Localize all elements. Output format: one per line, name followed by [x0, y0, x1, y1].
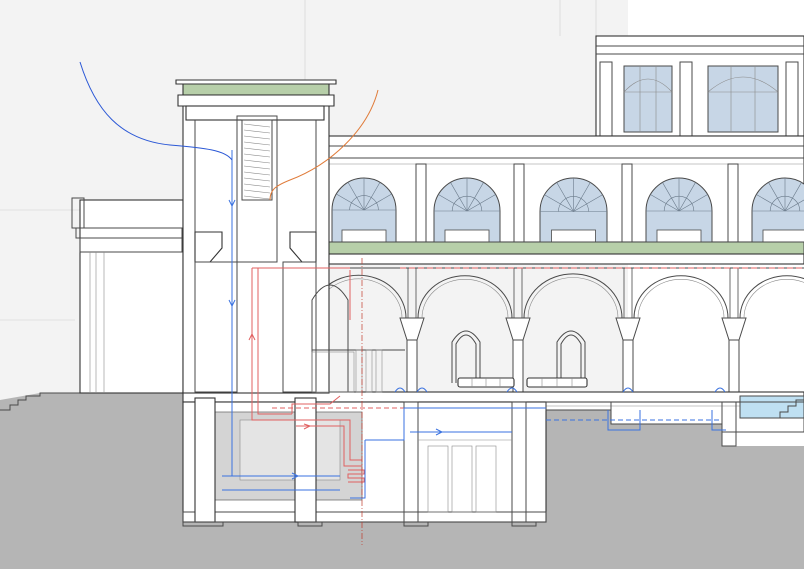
arched-window-4 [645, 177, 713, 243]
pool [739, 395, 804, 419]
arcade-green-roof [321, 241, 804, 255]
vault-4 [633, 275, 729, 319]
building-section-drawing [0, 0, 804, 569]
left-pavilion [71, 197, 184, 394]
clerestory-window-2 [707, 65, 779, 133]
arched-window-1 [331, 177, 397, 243]
upper-rear-building [595, 35, 804, 137]
roof-slab [289, 253, 804, 265]
arched-window-2 [433, 177, 501, 243]
arched-window-3 [539, 177, 608, 243]
diffuser-5 [714, 387, 726, 393]
tower-green-roof [182, 82, 330, 96]
column-5 [721, 267, 747, 393]
vault-5 [739, 275, 804, 319]
clerestory-window-1 [623, 65, 673, 133]
